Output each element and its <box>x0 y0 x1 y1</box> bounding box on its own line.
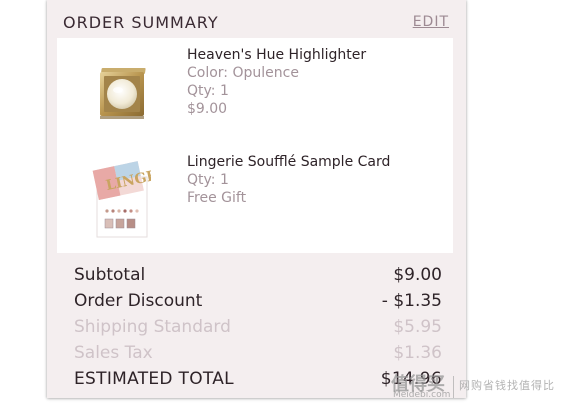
discount-value: - $1.35 <box>381 291 442 311</box>
watermark-divider <box>453 376 454 398</box>
list-item: LINGERIE Lingerie Soufflé Sample Card Qt… <box>57 153 453 249</box>
discount-row: Order Discount - $1.35 <box>74 288 442 314</box>
discount-label: Order Discount <box>74 291 203 311</box>
item-name[interactable]: Lingerie Soufflé Sample Card <box>187 153 390 171</box>
item-info: Lingerie Soufflé Sample Card Qty: 1 Free… <box>187 153 390 207</box>
watermark-slogan: 网购省钱找值得比 <box>459 379 555 392</box>
item-qty: Qty: 1 <box>187 172 229 188</box>
sample-card-image[interactable]: LINGERIE <box>91 159 187 243</box>
subtotal-label: Subtotal <box>74 265 146 285</box>
edit-link[interactable]: EDIT <box>413 14 449 30</box>
estimated-total-row: ESTIMATED TOTAL $14.96 <box>74 366 442 392</box>
tax-label: Sales Tax <box>74 343 153 363</box>
item-color: Color: Opulence <box>187 65 299 81</box>
watermark: 值得买 Meidebi.com 网购省钱找值得比 <box>391 370 574 402</box>
order-summary-title: ORDER SUMMARY <box>63 13 219 32</box>
item-price: Free Gift <box>187 190 247 206</box>
item-price: $9.00 <box>187 101 228 117</box>
shipping-row: Shipping Standard $5.95 <box>74 314 442 340</box>
shipping-label: Shipping Standard <box>74 317 231 337</box>
watermark-site: Meidebi.com <box>393 390 451 400</box>
tax-value: $1.36 <box>393 343 442 363</box>
tax-row: Sales Tax $1.36 <box>74 340 442 366</box>
shipping-value: $5.95 <box>393 317 442 337</box>
order-items-list: Heaven's Hue Highlighter Color: Opulence… <box>57 38 453 253</box>
item-name[interactable]: Heaven's Hue Highlighter <box>187 46 366 64</box>
order-summary-panel: ORDER SUMMARY EDIT Heaven's Hue Highligh… <box>47 0 466 398</box>
item-info: Heaven's Hue Highlighter Color: Opulence… <box>187 46 366 118</box>
estimated-total-label: ESTIMATED TOTAL <box>74 369 234 389</box>
order-totals: Subtotal $9.00 Order Discount - $1.35 Sh… <box>74 262 442 392</box>
subtotal-value: $9.00 <box>393 265 442 285</box>
item-qty: Qty: 1 <box>187 83 229 99</box>
list-item: Heaven's Hue Highlighter Color: Opulence… <box>57 46 453 142</box>
subtotal-row: Subtotal $9.00 <box>74 262 442 288</box>
compact-highlighter-image[interactable] <box>97 66 151 128</box>
